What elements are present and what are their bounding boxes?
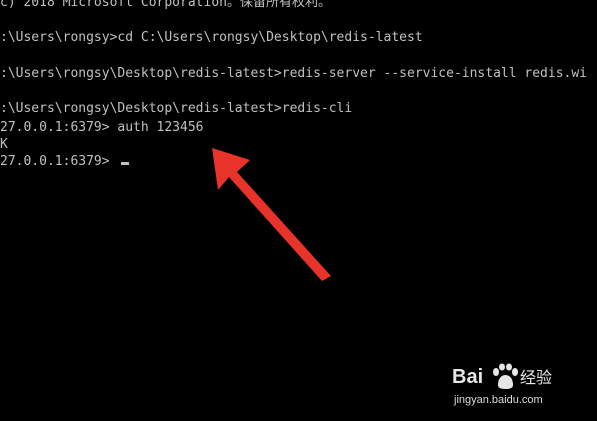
watermark-url: jingyan.baidu.com	[454, 394, 543, 406]
baidu-jingyan-watermark: Bai 经验 jingyan.baidu.com	[452, 361, 567, 409]
baidu-logo-icon: Bai 经验	[452, 363, 552, 389]
svg-text:经验: 经验	[520, 368, 552, 387]
svg-text:Bai: Bai	[452, 366, 483, 388]
cd-command-line: :\Users\rongsy>cd C:\Users\rongsy\Deskto…	[0, 30, 423, 45]
auth-command-line: 27.0.0.1:6379> auth 123456	[0, 120, 204, 135]
text-cursor	[121, 162, 130, 165]
prompt-line[interactable]: 27.0.0.1:6379>	[0, 154, 130, 170]
copyright-line: c) 2018 Microsoft Corporation。保留所有权利。	[0, 0, 331, 10]
redis-server-install-line: :\Users\rongsy\Desktop\redis-latest>redi…	[0, 66, 587, 81]
ok-response-line: K	[0, 137, 8, 152]
terminal-window[interactable]: c) 2018 Microsoft Corporation。保留所有权利。 :\…	[0, 0, 597, 421]
prompt-text: 27.0.0.1:6379>	[0, 154, 118, 169]
arrow-shape	[212, 148, 331, 281]
redis-cli-line: :\Users\rongsy\Desktop\redis-latest>redi…	[0, 101, 353, 116]
red-arrow-icon	[212, 148, 331, 281]
